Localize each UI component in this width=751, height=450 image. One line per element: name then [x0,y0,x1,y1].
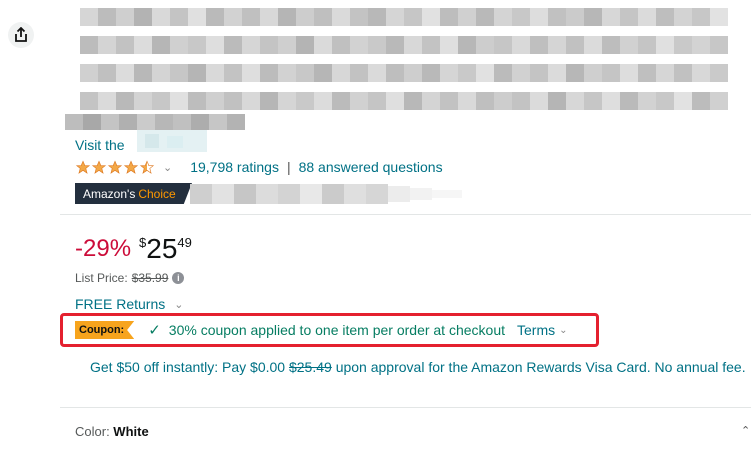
star-icon [75,159,91,174]
visit-store-link[interactable]: Visit the [75,137,125,153]
coupon-text: 30% coupon applied to one item per order… [168,322,505,338]
price-whole: 25 [146,233,178,264]
free-returns-label: FREE Returns [75,296,166,312]
obscured-store-name [137,130,207,152]
rewards-card-offer[interactable]: Get $50 off instantly: Pay $0.00 $25.49 … [90,357,750,377]
price-block: -29% $ 25 49 [75,232,192,266]
amazons-choice-badge[interactable]: Amazon's Choice [75,183,192,204]
star-rating[interactable] [75,159,155,175]
rating-row: ⌄ 19,798 ratings | 88 answered questions [75,157,443,177]
color-value: White [113,424,149,439]
share-icon [15,27,27,42]
answered-questions-link[interactable]: 88 answered questions [299,159,443,175]
star-icon [123,159,139,174]
price-currency: $ [139,235,147,250]
coupon-tag: Coupon: [75,321,135,339]
share-button[interactable] [8,22,34,48]
rewards-text-before: Get $50 off instantly: Pay $0.00 [90,359,289,375]
info-icon[interactable]: i [172,272,185,284]
badge-prefix: Amazon's [83,186,136,201]
free-returns-link[interactable]: FREE Returns ⌄ [75,296,183,312]
badge-choice-word: Choice [138,186,176,201]
separator: | [286,159,291,175]
star-icon [107,159,123,174]
checkmark-icon: ✓ [148,322,161,339]
list-price: List Price: $35.99 i [75,271,185,285]
chevron-down-icon[interactable]: ⌄ [559,325,567,336]
obscured-product-title [65,8,728,130]
half-star-icon [139,159,155,174]
divider [60,407,751,408]
rewards-strike-price: $25.49 [288,359,332,375]
price-fraction: 49 [177,235,192,250]
coupon-row: Coupon: ✓ 30% coupon applied to one item… [75,320,568,340]
list-price-label: List Price: [75,271,128,285]
chevron-down-icon[interactable]: ⌄ [163,161,172,174]
divider [60,214,751,215]
star-icon [91,159,107,174]
visit-store-text: Visit the [75,137,125,153]
ratings-count-link[interactable]: 19,798 ratings [190,159,279,175]
chevron-up-icon[interactable]: ⌃ [741,424,750,437]
discount-percent: -29% [75,235,132,262]
rewards-text-after: upon approval for the Amazon Rewards Vis… [331,359,746,375]
color-label: Color: [75,424,114,439]
obscured-badge-category [190,184,462,204]
coupon-terms-link[interactable]: Terms [517,322,555,338]
color-selector-label: Color: White [75,424,149,439]
chevron-down-icon: ⌄ [174,298,184,311]
list-price-value: $35.99 [131,271,169,285]
